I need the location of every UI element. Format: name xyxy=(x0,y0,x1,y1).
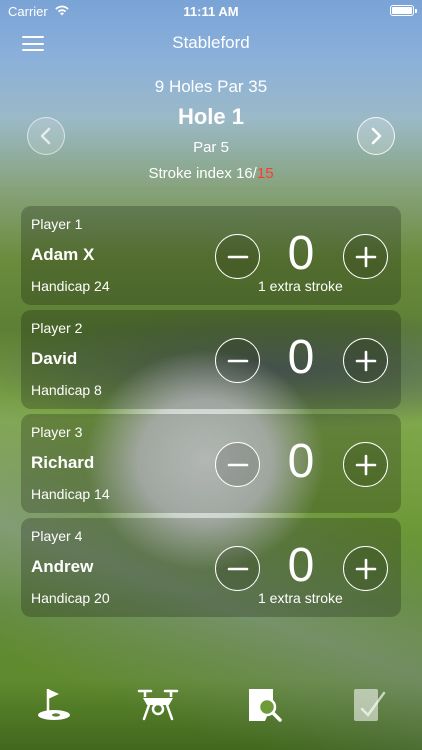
player-card: Player 3 Richard Handicap 14 0 xyxy=(21,414,401,513)
decrease-score-button[interactable] xyxy=(215,442,260,487)
golf-flag-tab[interactable] xyxy=(34,685,74,725)
increase-score-button[interactable] xyxy=(343,234,388,279)
player-card: Player 4 Andrew Handicap 20 1 extra stro… xyxy=(21,518,401,617)
drone-tab[interactable] xyxy=(137,685,179,725)
chevron-right-icon xyxy=(371,127,382,145)
player-name: David xyxy=(31,349,78,368)
player-handicap: Handicap 14 xyxy=(31,486,110,502)
player-card: Player 2 David Handicap 8 0 xyxy=(21,310,401,409)
score-value: 0 xyxy=(287,227,315,280)
plus-icon xyxy=(355,558,376,579)
player-name: Andrew xyxy=(31,557,94,576)
plus-icon xyxy=(355,246,376,267)
player-name: Richard xyxy=(31,453,95,472)
player-label: Player 3 xyxy=(31,424,83,440)
plus-icon xyxy=(355,350,376,371)
minus-icon xyxy=(227,567,248,570)
golf-flag-icon xyxy=(38,689,70,720)
decrease-score-button[interactable] xyxy=(215,338,260,383)
player-label: Player 2 xyxy=(31,320,83,336)
course-summary: 9 Holes Par 35 xyxy=(154,77,268,96)
decrease-score-button[interactable] xyxy=(215,546,260,591)
decrease-score-button[interactable] xyxy=(215,234,260,279)
minus-icon xyxy=(227,255,248,258)
player-handicap: Handicap 20 xyxy=(31,590,110,606)
player-name: Adam X xyxy=(31,245,95,264)
player-handicap: Handicap 24 xyxy=(31,278,110,294)
scorecard-check-icon xyxy=(354,689,386,721)
player-label: Player 1 xyxy=(31,216,83,232)
score-value: 0 xyxy=(287,331,315,384)
stroke-index: Stroke index 16/15 xyxy=(0,165,422,182)
next-hole-button[interactable] xyxy=(357,117,395,155)
status-time: 11:11 AM xyxy=(183,4,239,19)
scorecard-tab[interactable] xyxy=(350,685,390,725)
increase-score-button[interactable] xyxy=(343,442,388,487)
drone-icon xyxy=(137,689,179,721)
stroke-index-label: Stroke index 16/ xyxy=(148,165,257,182)
previous-hole-button[interactable] xyxy=(27,117,65,155)
player-handicap: Handicap 8 xyxy=(31,382,102,398)
minus-icon xyxy=(227,359,248,362)
page-title: Stableford xyxy=(172,33,250,52)
minus-icon xyxy=(227,463,248,466)
plus-icon xyxy=(355,454,376,475)
battery-icon xyxy=(390,5,417,16)
increase-score-button[interactable] xyxy=(343,546,388,591)
player-card: Player 1 Adam X Handicap 24 1 extra stro… xyxy=(21,206,401,305)
search-document-icon xyxy=(249,689,282,722)
score-value: 0 xyxy=(287,539,315,592)
player-label: Player 4 xyxy=(31,528,83,544)
status-bar: Carrier 11:11 AM xyxy=(0,0,422,24)
score-value: 0 xyxy=(287,435,315,488)
chevron-left-icon xyxy=(40,127,51,145)
stroke-index-total: 15 xyxy=(256,165,274,182)
increase-score-button[interactable] xyxy=(343,338,388,383)
search-tab[interactable] xyxy=(245,685,285,725)
